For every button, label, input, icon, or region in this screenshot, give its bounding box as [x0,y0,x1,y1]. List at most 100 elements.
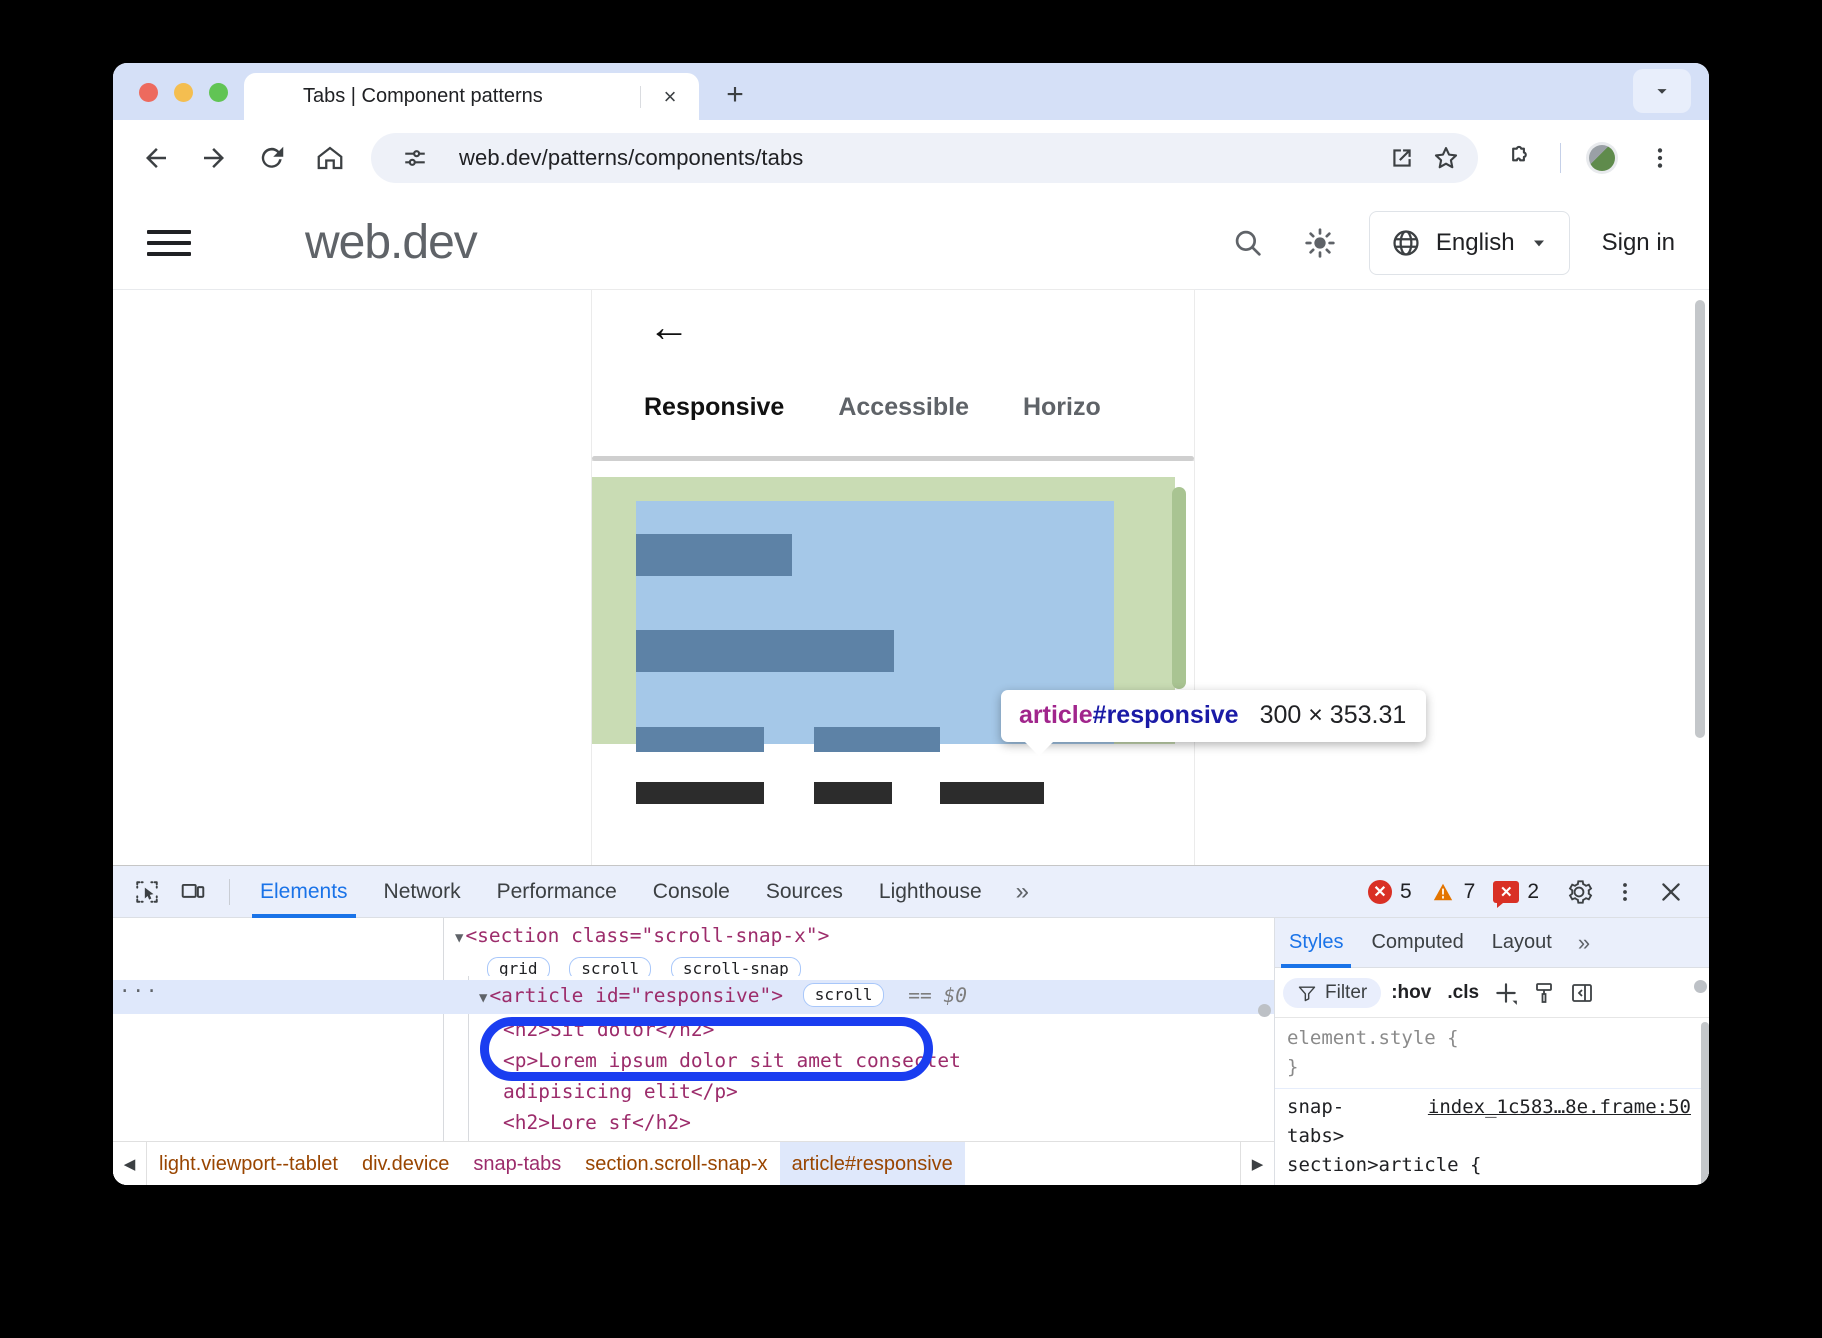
devtools-menu-icon[interactable] [1603,872,1647,912]
breadcrumb-item-section[interactable]: section.scroll-snap-x [573,1142,779,1186]
breadcrumb-item-viewport[interactable]: light.viewport--tablet [147,1142,350,1186]
forward-button[interactable] [187,131,241,185]
element-classes-icon[interactable] [1527,976,1561,1010]
site-logo[interactable]: web.dev [217,210,477,276]
computed-sidebar-toggle-icon[interactable] [1565,976,1599,1010]
rule-source-link[interactable]: index_1c583…8e.frame:50 [1428,1093,1691,1122]
breadcrumb-scroll-right[interactable]: ▶ [1240,1142,1274,1186]
demo-back-arrow[interactable]: ← [648,306,690,348]
row-options-icon[interactable]: ··· [119,976,159,1007]
close-window-button[interactable] [139,83,158,102]
badge-scroll[interactable]: scroll [803,983,885,1007]
tab-console[interactable]: Console [635,866,748,918]
home-button[interactable] [303,131,357,185]
demo-scrollbar-thumb[interactable] [1172,487,1186,689]
puzzle-icon [1505,144,1533,172]
profile-avatar[interactable] [1575,131,1629,185]
sign-in-button[interactable]: Sign in [1596,229,1681,257]
breadcrumb-scroll-left[interactable]: ◀ [113,1142,147,1186]
page-scrollbar-thumb[interactable] [1695,300,1705,738]
error-count[interactable]: ✕ 5 [1368,880,1412,904]
browser-tab[interactable]: Tabs | Component patterns × [244,73,699,120]
demo-tab-horizontal[interactable]: Horizo [1023,393,1101,422]
dom-row-selected[interactable]: ··· ▼<article id="responsive"> scroll ==… [113,980,1274,1014]
dom-row[interactable]: <h2>Lore sf</h2> [113,1107,1274,1138]
tab-sources[interactable]: Sources [748,866,861,918]
warning-count[interactable]: 7 [1430,880,1476,904]
badge-scroll-snap[interactable]: scroll-snap [671,957,801,976]
dom-scrollbar-thumb[interactable] [1258,1004,1271,1017]
rule-property-value[interactable]: : start; [1503,1183,1595,1185]
styles-rules[interactable]: element.style { } index_1c583…8e.frame:5… [1275,1018,1709,1185]
reload-button[interactable] [245,131,299,185]
bookmark-star-icon[interactable] [1424,136,1468,180]
toggle-hover-state-button[interactable]: :hov [1385,982,1437,1004]
back-button[interactable] [129,131,183,185]
devtools-tab-list: Elements Network Performance Console Sou… [242,866,1045,918]
toggle-classes-button[interactable]: .cls [1441,982,1485,1004]
breadcrumb-item-snap-tabs[interactable]: snap-tabs [461,1142,573,1186]
skeleton-bar [814,727,940,752]
styles-scrollbar[interactable] [1701,1022,1709,1185]
demo-tab-accessible[interactable]: Accessible [838,393,969,422]
dom-row[interactable]: adipisicing elit</p> [113,1076,1274,1107]
more-panels-icon[interactable]: » [1000,878,1045,906]
tab-computed[interactable]: Computed [1357,918,1477,968]
demo-tab-responsive[interactable]: Responsive [644,393,784,422]
new-tab-button[interactable]: + [713,73,757,117]
site-settings-icon[interactable] [393,136,437,180]
rule-selector: element.style { [1287,1024,1701,1053]
reload-icon [257,143,287,173]
issue-count[interactable]: ✕ 2 [1493,880,1539,904]
tab-search-button[interactable] [1633,69,1691,113]
badge-scroll[interactable]: scroll [569,957,651,976]
filter-icon [1297,983,1317,1003]
dom-row[interactable]: ▼<section class="scroll-snap-x"> [113,920,1274,954]
home-icon [315,143,345,173]
filter-input[interactable]: Filter [1283,978,1381,1008]
language-selector[interactable]: English [1369,211,1570,275]
menu-icon[interactable] [143,217,195,269]
tab-network[interactable]: Network [366,866,479,918]
badge-grid[interactable]: grid [487,957,550,976]
rule-property-name[interactable]: scroll-snap-align [1287,1183,1503,1185]
error-icon: ✕ [1368,880,1392,904]
skeleton-bar-dark [636,782,764,804]
theme-toggle-icon[interactable] [1297,220,1343,266]
expand-triangle-icon[interactable]: ▼ [479,990,487,1006]
new-style-rule-icon[interactable] [1489,976,1523,1010]
address-bar[interactable]: web.dev/patterns/components/tabs [371,133,1478,183]
breadcrumb-item-article[interactable]: article#responsive [780,1142,965,1186]
more-styles-tabs-icon[interactable]: » [1566,930,1602,956]
browser-menu-button[interactable] [1633,131,1687,185]
maximize-window-button[interactable] [209,83,228,102]
settings-gear-icon[interactable] [1557,872,1601,912]
tab-lighthouse[interactable]: Lighthouse [861,866,1000,918]
tab-elements[interactable]: Elements [242,866,366,918]
close-devtools-icon[interactable] [1649,872,1693,912]
url-text[interactable]: web.dev/patterns/components/tabs [459,145,1380,171]
dom-row-markup: <h2>Sit dolor</h2> [503,1018,714,1041]
style-rule-snap-tabs[interactable]: index_1c583…8e.frame:50 snap- tabs> sect… [1275,1089,1709,1185]
toolbar-divider [1560,143,1561,173]
arrow-left-icon [141,143,171,173]
tab-layout[interactable]: Layout [1478,918,1566,968]
open-in-new-window-icon[interactable] [1380,136,1424,180]
inspect-element-icon[interactable] [125,872,169,912]
breadcrumb-item-device[interactable]: div.device [350,1142,461,1186]
extensions-button[interactable] [1492,131,1546,185]
close-icon[interactable]: × [655,82,685,112]
dom-row[interactable]: <h2>Sit dolor</h2> [113,1014,1274,1045]
tab-performance[interactable]: Performance [479,866,635,918]
minimize-window-button[interactable] [174,83,193,102]
dom-tree[interactable]: ▼<section class="scroll-snap-x"> grid sc… [113,918,1274,1141]
dom-row[interactable]: <p>Lorem ipsum dolor sit amet consectet [113,1045,1274,1076]
expand-triangle-icon[interactable]: ▼ [455,930,463,946]
search-icon[interactable] [1225,220,1271,266]
tab-styles[interactable]: Styles [1275,918,1357,968]
style-rule-element[interactable]: element.style { } [1275,1020,1709,1089]
styles-pane: Styles Computed Layout » Filter :hov [1274,918,1709,1185]
device-toolbar-icon[interactable] [171,872,215,912]
site-header: web.dev [113,196,1709,290]
inspector-tooltip: article#responsive 300 × 353.31 [1001,690,1426,742]
